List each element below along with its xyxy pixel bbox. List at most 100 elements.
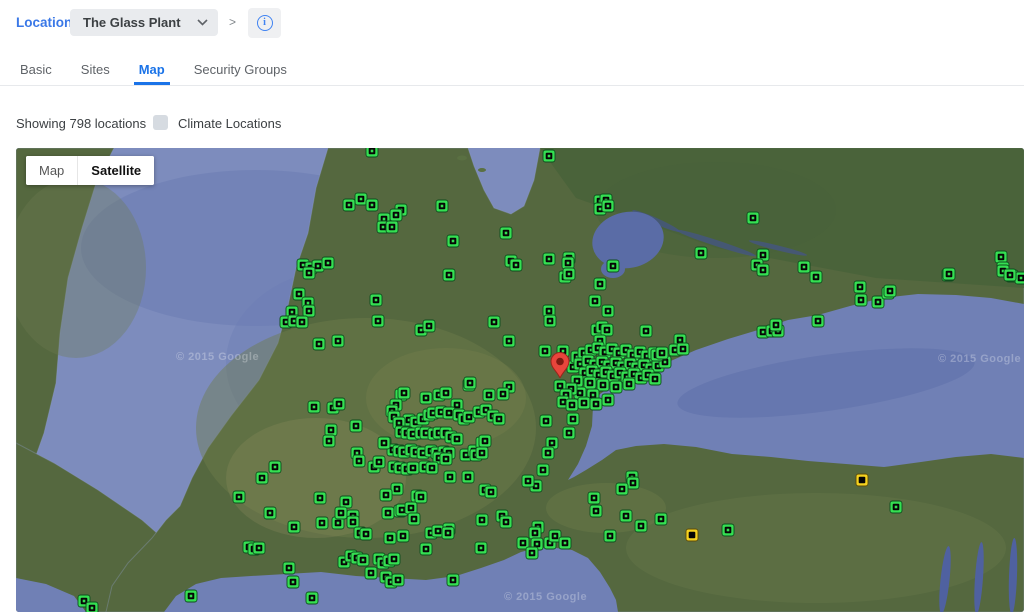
location-marker-green[interactable] xyxy=(365,567,377,579)
location-marker-green[interactable] xyxy=(566,399,578,411)
location-marker-green[interactable] xyxy=(464,377,476,389)
location-marker-green[interactable] xyxy=(500,516,512,528)
location-marker-green[interactable] xyxy=(747,212,759,224)
location-marker-green[interactable] xyxy=(233,491,245,503)
location-marker-green[interactable] xyxy=(392,574,404,586)
location-marker-green[interactable] xyxy=(604,530,616,542)
location-marker-green[interactable] xyxy=(415,491,427,503)
location-marker-green[interactable] xyxy=(340,496,352,508)
location-marker-green[interactable] xyxy=(854,281,866,293)
location-marker-green[interactable] xyxy=(443,269,455,281)
location-marker-green[interactable] xyxy=(503,335,515,347)
location-marker-green[interactable] xyxy=(325,424,337,436)
location-marker-green[interactable] xyxy=(500,227,512,239)
location-marker-green[interactable] xyxy=(649,373,661,385)
location-marker-green[interactable] xyxy=(303,267,315,279)
location-marker-green[interactable] xyxy=(347,516,359,528)
location-marker-green[interactable] xyxy=(306,592,318,604)
location-marker-green[interactable] xyxy=(308,401,320,413)
location-marker-green[interactable] xyxy=(584,377,596,389)
location-marker-green[interactable] xyxy=(640,325,652,337)
location-marker-green[interactable] xyxy=(620,510,632,522)
location-marker-green[interactable] xyxy=(497,388,509,400)
location-marker-yellow[interactable] xyxy=(856,474,868,486)
location-marker-green[interactable] xyxy=(343,199,355,211)
location-marker-green[interactable] xyxy=(426,462,438,474)
map-canvas[interactable]: © 2015 Google© 2015 Google© 2015 Google … xyxy=(16,148,1024,612)
location-marker-green[interactable] xyxy=(316,517,328,529)
location-marker-green[interactable] xyxy=(610,381,622,393)
location-marker-green[interactable] xyxy=(353,455,365,467)
location-marker-green[interactable] xyxy=(479,435,491,447)
location-dropdown[interactable]: The Glass Plant xyxy=(70,9,218,36)
location-marker-green[interactable] xyxy=(357,554,369,566)
location-marker-green[interactable] xyxy=(1004,269,1016,281)
location-marker-green[interactable] xyxy=(529,527,541,539)
location-marker-green[interactable] xyxy=(447,235,459,247)
location-marker-yellow[interactable] xyxy=(686,529,698,541)
location-marker-green[interactable] xyxy=(627,477,639,489)
location-marker-green[interactable] xyxy=(378,437,390,449)
location-marker-green[interactable] xyxy=(86,602,98,612)
location-marker-green[interactable] xyxy=(567,413,579,425)
location-marker-green[interactable] xyxy=(287,576,299,588)
location-marker-green[interactable] xyxy=(656,347,668,359)
location-marker-green[interactable] xyxy=(264,507,276,519)
location-marker-green[interactable] xyxy=(943,268,955,280)
location-marker-green[interactable] xyxy=(373,456,385,468)
location-marker-green[interactable] xyxy=(476,447,488,459)
location-marker-green[interactable] xyxy=(855,294,867,306)
climate-locations-checkbox[interactable] xyxy=(153,115,168,130)
location-marker-green[interactable] xyxy=(578,397,590,409)
map-view-button[interactable]: Map xyxy=(26,156,77,185)
location-marker-green[interactable] xyxy=(522,475,534,487)
location-marker-green[interactable] xyxy=(722,524,734,536)
location-marker-green[interactable] xyxy=(602,305,614,317)
location-marker-green[interactable] xyxy=(635,520,647,532)
location-marker-green[interactable] xyxy=(335,507,347,519)
location-marker-green[interactable] xyxy=(562,257,574,269)
location-marker-green[interactable] xyxy=(420,392,432,404)
location-marker-green[interactable] xyxy=(677,343,689,355)
location-marker-green[interactable] xyxy=(655,513,667,525)
location-marker-green[interactable] xyxy=(366,199,378,211)
location-marker-green[interactable] xyxy=(444,471,456,483)
location-marker-green[interactable] xyxy=(770,319,782,331)
location-marker-green[interactable] xyxy=(269,461,281,473)
tab-map[interactable]: Map xyxy=(134,55,170,85)
location-marker-green[interactable] xyxy=(589,295,601,307)
location-marker-green[interactable] xyxy=(323,435,335,447)
location-marker-green[interactable] xyxy=(590,505,602,517)
location-marker-green[interactable] xyxy=(397,530,409,542)
location-marker-green[interactable] xyxy=(391,483,403,495)
location-marker-green[interactable] xyxy=(493,413,505,425)
location-marker-green[interactable] xyxy=(540,415,552,427)
location-marker-green[interactable] xyxy=(607,260,619,272)
location-marker-green[interactable] xyxy=(322,257,334,269)
location-marker-green[interactable] xyxy=(380,489,392,501)
location-marker-green[interactable] xyxy=(333,398,345,410)
location-marker-green[interactable] xyxy=(588,492,600,504)
location-marker-green[interactable] xyxy=(602,200,614,212)
location-marker-green[interactable] xyxy=(597,379,609,391)
location-marker-green[interactable] xyxy=(798,261,810,273)
location-marker-green[interactable] xyxy=(350,420,362,432)
location-marker-green[interactable] xyxy=(543,150,555,162)
location-marker-green[interactable] xyxy=(185,590,197,602)
location-marker-green[interactable] xyxy=(332,335,344,347)
location-marker-green[interactable] xyxy=(810,271,822,283)
location-marker-green[interactable] xyxy=(372,315,384,327)
location-marker-green[interactable] xyxy=(313,338,325,350)
location-marker-green[interactable] xyxy=(757,264,769,276)
location-marker-green[interactable] xyxy=(995,251,1007,263)
location-marker-green[interactable] xyxy=(563,427,575,439)
location-marker-green[interactable] xyxy=(447,574,459,586)
location-marker-green[interactable] xyxy=(451,433,463,445)
selected-location-pin[interactable] xyxy=(551,353,569,379)
location-marker-green[interactable] xyxy=(475,542,487,554)
location-marker-green[interactable] xyxy=(623,378,635,390)
location-marker-green[interactable] xyxy=(388,553,400,565)
location-marker-green[interactable] xyxy=(890,501,902,513)
location-marker-green[interactable] xyxy=(386,221,398,233)
location-marker-green[interactable] xyxy=(436,200,448,212)
